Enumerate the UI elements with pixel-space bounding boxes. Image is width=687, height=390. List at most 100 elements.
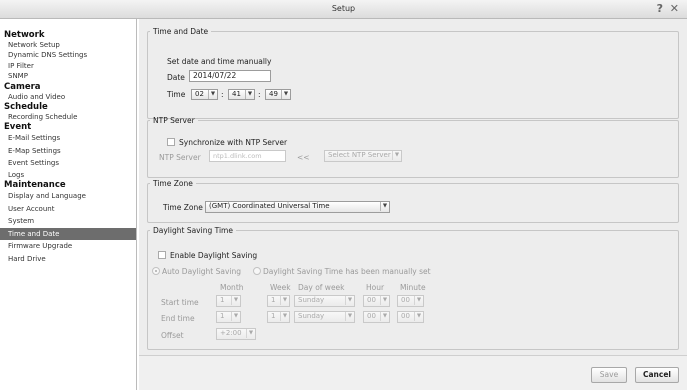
cancel-button[interactable]: Cancel (635, 367, 679, 383)
title-bar: Setup ? ✕ (0, 0, 687, 19)
chevron-down-icon: ▼ (281, 90, 290, 99)
minute-value: 41 (232, 90, 241, 98)
start-time-label: Start time (161, 298, 199, 307)
manual-set-label: Set date and time manually (167, 57, 272, 66)
ntp-legend: NTP Server (153, 116, 195, 125)
sidebar-item-audio-video[interactable]: Audio and Video (0, 92, 136, 102)
start-week-select[interactable]: 1 ▼ (267, 295, 290, 307)
start-hour-select[interactable]: 00 ▼ (363, 295, 390, 307)
timezone-legend: Time Zone (153, 179, 193, 188)
end-minute-select[interactable]: 00 ▼ (397, 311, 424, 323)
sidebar-item-emap-settings[interactable]: E-Map Settings (0, 145, 136, 158)
sidebar-group-maintenance: Maintenance (4, 180, 66, 191)
end-day-select[interactable]: Sunday ▼ (294, 311, 355, 323)
start-minute-value: 00 (401, 296, 410, 304)
sidebar-item-system[interactable]: System (0, 215, 136, 228)
time-date-legend: Time and Date (153, 27, 209, 36)
chevron-down-icon: ▼ (380, 202, 389, 211)
chevron-down-icon: ▼ (231, 312, 240, 321)
sidebar-item-event-settings[interactable]: Event Settings (0, 157, 136, 170)
sidebar: Network Network Setup Dynamic DNS Settin… (0, 19, 137, 390)
footer-bar: Save Cancel (139, 355, 687, 390)
help-icon[interactable]: ? (657, 2, 663, 15)
hour-value: 02 (195, 90, 204, 98)
offset-label: Offset (161, 331, 184, 340)
ntp-sync-label: Synchronize with NTP Server (179, 138, 288, 147)
chevron-down-icon: ▼ (414, 312, 423, 321)
sidebar-group-schedule: Schedule (4, 101, 48, 112)
offset-select[interactable]: +2:00 ▼ (216, 328, 256, 340)
start-day-value: Sunday (298, 296, 325, 304)
sidebar-item-recording-schedule[interactable]: Recording Schedule (0, 112, 136, 122)
column-week: Week (270, 283, 291, 292)
end-month-select[interactable]: 1 ▼ (216, 311, 241, 323)
ntp-server-label: NTP Server (159, 153, 201, 162)
auto-dst-radio[interactable] (152, 267, 160, 275)
ntp-sync-checkbox[interactable] (167, 138, 175, 146)
sidebar-item-network-setup[interactable]: Network Setup (0, 40, 136, 50)
column-minute: Minute (400, 283, 426, 292)
sidebar-item-logs[interactable]: Logs (0, 170, 136, 180)
sidebar-item-firmware-upgrade[interactable]: Firmware Upgrade (0, 240, 136, 253)
start-week-value: 1 (271, 296, 276, 304)
chevron-down-icon: ▼ (345, 296, 354, 305)
chevron-down-icon: ▼ (231, 296, 240, 305)
close-icon[interactable]: ✕ (670, 2, 679, 15)
chevron-down-icon: ▼ (392, 151, 401, 160)
second-value: 49 (269, 90, 278, 98)
timezone-label: Time Zone (163, 203, 203, 212)
end-minute-value: 00 (401, 312, 410, 320)
column-month: Month (220, 283, 244, 292)
start-month-select[interactable]: 1 ▼ (216, 295, 241, 307)
time-separator: : (221, 90, 224, 99)
timezone-value: (GMT) Coordinated Universal Time (209, 202, 330, 210)
start-day-select[interactable]: Sunday ▼ (294, 295, 355, 307)
chevron-down-icon: ▼ (246, 329, 255, 338)
sidebar-item-dynamic-dns[interactable]: Dynamic DNS Settings (0, 50, 136, 60)
sidebar-item-display-language[interactable]: Display and Language (0, 190, 136, 203)
minute-select[interactable]: 41 ▼ (228, 89, 255, 100)
ntp-server-select[interactable]: Select NTP Server ▼ (324, 150, 402, 162)
dst-legend: Daylight Saving Time (153, 226, 233, 235)
sidebar-item-email-settings[interactable]: E-Mail Settings (0, 132, 136, 145)
window-title: Setup (331, 4, 356, 13)
ntp-arrows: << (297, 153, 310, 162)
save-button[interactable]: Save (591, 367, 627, 383)
end-hour-select[interactable]: 00 ▼ (363, 311, 390, 323)
enable-dst-checkbox[interactable] (158, 251, 166, 259)
ntp-section: NTP Server (147, 116, 679, 178)
start-month-value: 1 (220, 296, 225, 304)
chevron-down-icon: ▼ (380, 296, 389, 305)
date-field[interactable]: 2014/07/22 (189, 70, 271, 82)
sidebar-item-snmp[interactable]: SNMP (0, 71, 136, 81)
enable-dst-label: Enable Daylight Saving (170, 251, 258, 260)
chevron-down-icon: ▼ (414, 296, 423, 305)
sidebar-item-time-date[interactable]: Time and Date (0, 227, 136, 241)
time-label: Time (167, 90, 186, 99)
manual-dst-label: Daylight Saving Time has been manually s… (263, 267, 431, 276)
chevron-down-icon: ▼ (245, 90, 254, 99)
ntp-select-label: Select NTP Server (328, 151, 391, 159)
column-day-of-week: Day of week (298, 283, 345, 292)
end-week-select[interactable]: 1 ▼ (267, 311, 290, 323)
end-month-value: 1 (220, 312, 225, 320)
end-week-value: 1 (271, 312, 276, 320)
main-panel: Time and Date Set date and time manually… (139, 19, 687, 355)
hour-select[interactable]: 02 ▼ (191, 89, 218, 100)
second-select[interactable]: 49 ▼ (265, 89, 291, 100)
sidebar-item-user-account[interactable]: User Account (0, 203, 136, 216)
chevron-down-icon: ▼ (380, 312, 389, 321)
end-day-value: Sunday (298, 312, 325, 320)
auto-dst-label: Auto Daylight Saving (162, 267, 242, 276)
manual-dst-radio[interactable] (253, 267, 261, 275)
date-label: Date (167, 73, 185, 82)
ntp-server-field[interactable]: ntp1.dlink.com (209, 150, 286, 162)
start-minute-select[interactable]: 00 ▼ (397, 295, 424, 307)
chevron-down-icon: ▼ (280, 312, 289, 321)
sidebar-group-network: Network (4, 30, 45, 40)
sidebar-item-hard-drive[interactable]: Hard Drive (0, 253, 136, 266)
end-time-label: End time (161, 314, 195, 323)
sidebar-item-ip-filter[interactable]: IP Filter (0, 61, 136, 71)
end-hour-value: 00 (367, 312, 376, 320)
timezone-select[interactable]: (GMT) Coordinated Universal Time ▼ (205, 201, 390, 213)
